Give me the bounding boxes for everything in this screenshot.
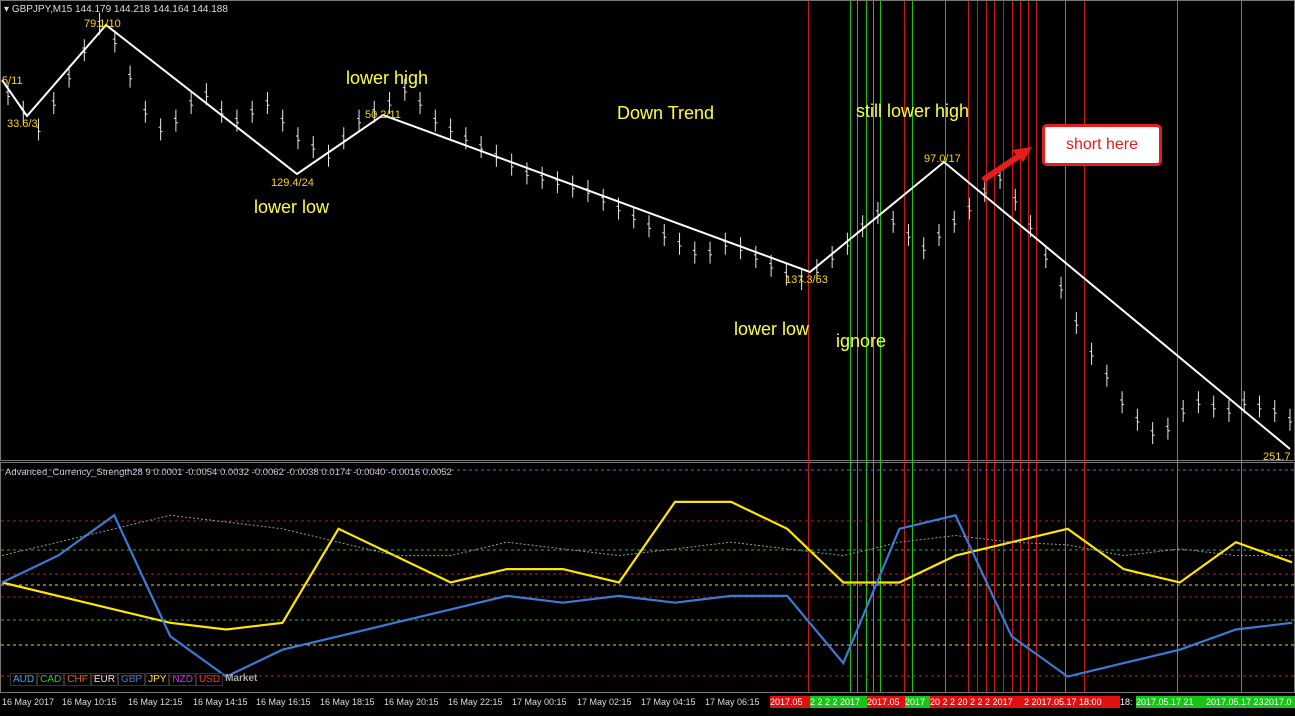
time-marker: 2017.0 (1264, 696, 1295, 708)
time-marker: 2017 (905, 696, 930, 708)
time-tick: 16 May 10:15 (62, 697, 117, 707)
time-marker: 2017.05 (867, 696, 905, 708)
time-tick: 17 May 00:15 (512, 697, 567, 707)
currency-legend: AUD CAD CHF EUR GBP JPY NZD USD Market (10, 673, 259, 686)
time-tick: 16 May 2017 (2, 697, 55, 707)
time-marker: 2 2017.05.17 18:00 (1024, 696, 1120, 708)
legend-aud[interactable]: AUD (10, 673, 38, 686)
time-tick: 16 May 18:15 (320, 697, 375, 707)
time-tick: 16 May 12:15 (128, 697, 183, 707)
zigzag-label: 97.0/17 (924, 153, 961, 165)
annotation-ignore: ignore (836, 331, 887, 351)
zigzag-label: 137.3/53 (785, 274, 828, 286)
arrow-icon (981, 147, 1032, 183)
zigzag-label: 129.4/24 (271, 177, 314, 189)
symbol-label: ▾ GBPJPY,M15 144.179 144.218 144.164 144… (4, 4, 228, 15)
symbol-text: GBPJPY,M15 144.179 144.218 144.164 144.1… (11, 4, 228, 15)
main-panel-frame (0, 0, 1295, 461)
zigzag-label: 5/11 (2, 75, 23, 87)
legend-nzd[interactable]: NZD (169, 673, 196, 686)
time-tick: 16 May 14:15 (193, 697, 248, 707)
legend-eur[interactable]: EUR (90, 673, 118, 686)
legend-jpy[interactable]: JPY (145, 673, 170, 686)
zigzag-label: 79.1/10 (84, 18, 121, 30)
time-marker: 2017.05.17 21 (1136, 696, 1206, 708)
time-marker: 2 2 2 2 2017 (810, 696, 867, 708)
time-tick: 17 May 02:15 (577, 697, 632, 707)
legend-gbp[interactable]: GBP (117, 673, 146, 686)
time-marker: 2017.05 (770, 696, 810, 708)
time-tick: 16 May 20:15 (384, 697, 439, 707)
time-tick: 17 May 06:15 (705, 697, 760, 707)
time-marker: 20 2 2 20 2 2 2 2017 (930, 696, 1024, 708)
strength-line-gbp (1, 513, 1293, 678)
time-tick: 16 May 16:15 (256, 697, 311, 707)
short-here-box: short here (1042, 124, 1162, 166)
time-marker: 18: (1120, 696, 1136, 708)
legend-usd[interactable]: USD (195, 673, 224, 686)
time-axis: 16 May 2017 16 May 10:15 16 May 12:15 16 Ma… (0, 695, 1295, 709)
zigzag-line (1, 23, 1291, 450)
annotation-still-lower-high: still lower high (856, 101, 970, 121)
time-tick: 16 May 22:15 (448, 697, 503, 707)
zigzag-label: 50.2/11 (365, 109, 401, 121)
indicator-panel-frame (0, 462, 1295, 693)
legend-chf[interactable]: CHF (64, 673, 91, 686)
annotation-lower-low-2: lower low (734, 319, 810, 339)
zigzag-label: 251.7 (1263, 451, 1291, 463)
time-marker: 2017.05.17 23 (1206, 696, 1264, 708)
time-tick: 17 May 04:15 (641, 697, 696, 707)
indicator-label: Advanced_Currency_Strength28 9 0.0001 -0… (5, 467, 452, 478)
annotation-lower-low-1: lower low (254, 197, 330, 217)
zigzag-label: 33.6/3 (7, 118, 38, 130)
annotation-lower-high: lower high (346, 68, 429, 88)
market-label: Market (225, 673, 258, 684)
annotation-down-trend: Down Trend (617, 103, 715, 123)
legend-cad[interactable]: CAD (37, 673, 65, 686)
